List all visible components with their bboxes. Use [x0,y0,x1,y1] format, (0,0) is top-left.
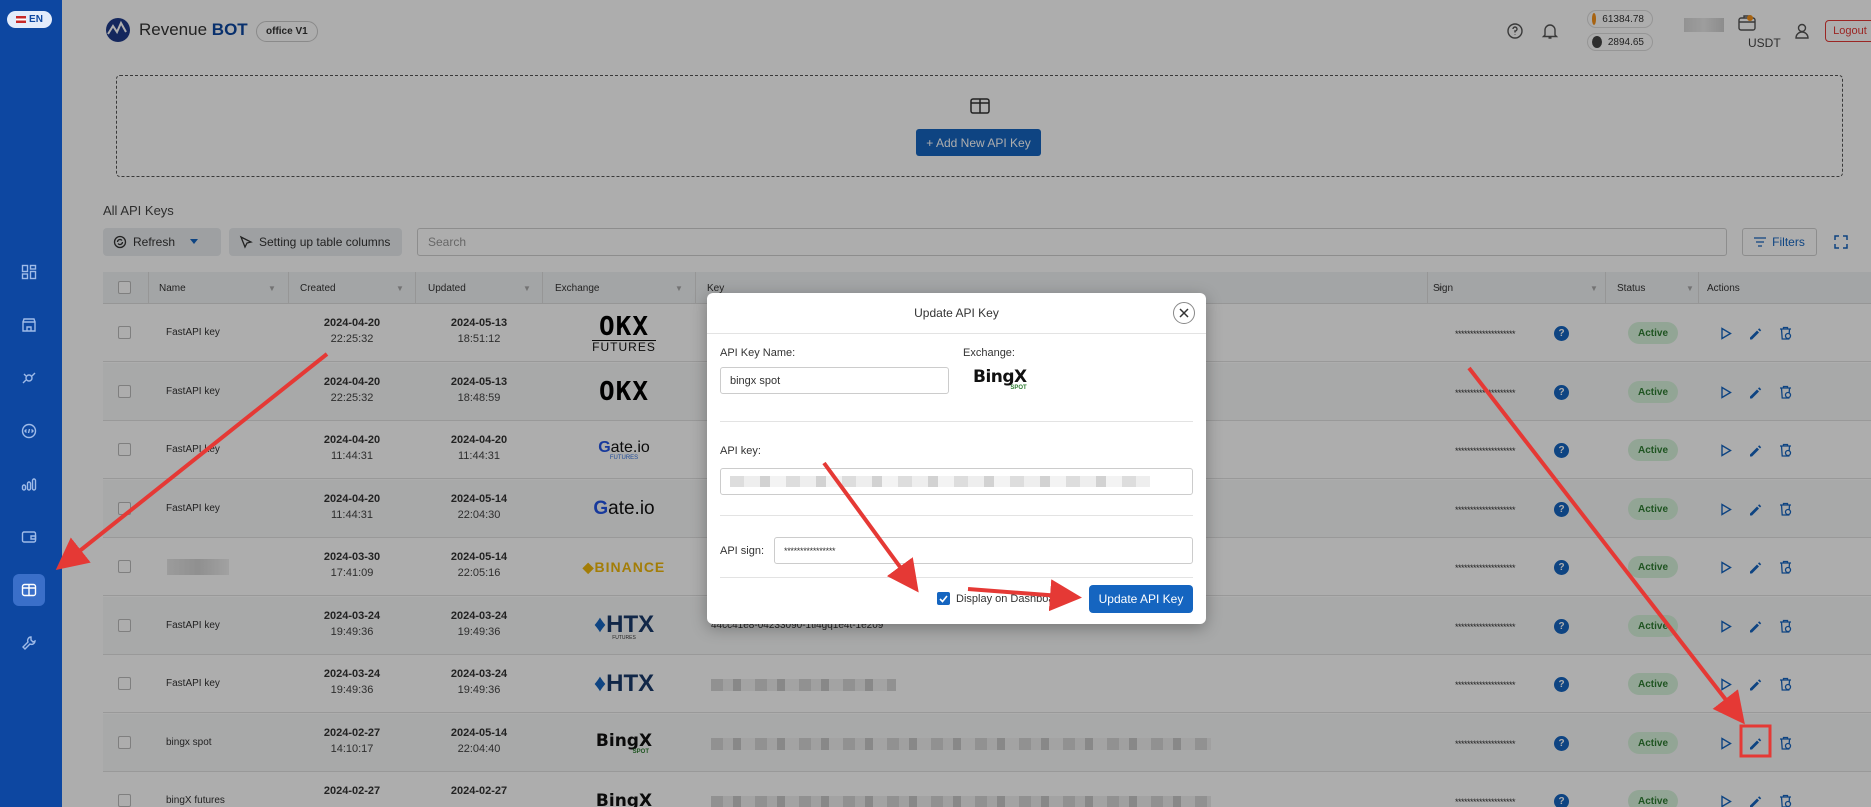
api-key-name-label: API Key Name: [720,347,796,359]
update-api-key-modal: Update API Key API Key Name: bingx spot … [707,293,1206,624]
wallet-icon[interactable] [13,521,45,553]
close-button[interactable] [1173,302,1195,324]
store-icon[interactable] [13,309,45,341]
api-key-input[interactable] [720,468,1193,495]
sidebar: EN [0,0,62,807]
display-on-dashboard-checkbox[interactable] [937,592,950,605]
dashboard-icon[interactable] [13,256,45,288]
api-sign-input[interactable]: **************** [774,537,1193,564]
display-on-dashboard-label: Display on Dashboard [956,593,1065,605]
flag-icon [16,16,27,23]
language-switch[interactable]: EN [7,11,52,28]
exchange-label: Exchange: [963,347,1015,359]
tools-icon[interactable] [13,627,45,659]
api-key-name-input[interactable]: bingx spot [720,367,949,394]
modal-title: Update API Key [914,306,999,320]
terminal-icon[interactable] [13,415,45,447]
update-api-key-button[interactable]: Update API Key [1089,585,1193,613]
bots-icon[interactable] [13,362,45,394]
stats-icon[interactable] [13,468,45,500]
close-icon [1179,308,1189,318]
check-icon [939,594,948,603]
api-key-label: API key: [720,445,761,457]
api-sign-label: API sign: [720,545,765,557]
bingx-spot-logo: BingX SPOT [973,367,1027,391]
api-keys-icon[interactable] [13,574,45,606]
api-key-blurred [730,476,1150,487]
